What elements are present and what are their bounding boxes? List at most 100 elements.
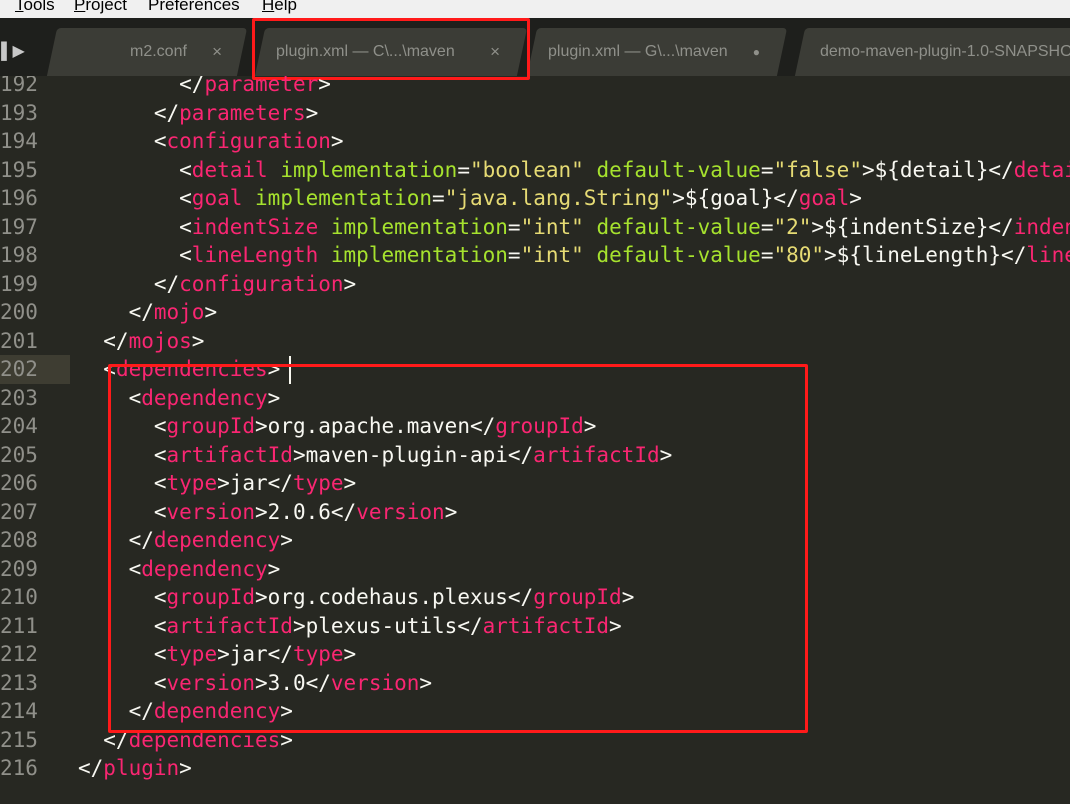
code-line[interactable]: 216 </plugin> (0, 754, 1070, 783)
line-number: 193 (0, 100, 38, 125)
code-token: </ (78, 76, 205, 96)
code-line[interactable]: 195 <detail implementation="boolean" def… (0, 156, 1070, 185)
code-token: = (432, 186, 445, 210)
code-token: </ (78, 271, 180, 296)
line-code: <detail implementation="boolean" default… (78, 156, 1070, 185)
line-number: 203 (0, 385, 38, 410)
tab-demo-maven-plugin[interactable]: demo-maven-plugin-1.0-SNAPSHOT (794, 28, 1070, 76)
code-token: > (330, 129, 344, 153)
code-token: >${lineLength}</ (824, 243, 1027, 267)
code-line[interactable]: 194 <configuration> (0, 127, 1070, 156)
code-token: implementation (280, 157, 458, 182)
code-token: goal (191, 186, 243, 210)
code-token: indentSize (191, 214, 319, 239)
line-code: </configuration> (78, 270, 356, 299)
code-token: >${indentSize}</ (811, 214, 1014, 239)
line-number: 207 (0, 499, 38, 524)
tab-label: plugin.xml — G\...\maven (548, 43, 728, 60)
menu-preferences[interactable]: Preferences (148, 0, 240, 15)
line-code: <goal implementation="java.lang.String">… (78, 184, 862, 213)
line-number: 205 (0, 442, 38, 467)
code-token: default-value (596, 157, 761, 182)
code-token: configuration (166, 129, 331, 153)
line-number: 204 (0, 414, 38, 438)
code-line[interactable]: 193 </parameters> (0, 99, 1070, 128)
code-token: "boolean" (469, 157, 584, 182)
menu-tools[interactable]: Tools (15, 0, 55, 15)
code-token: parameter (204, 76, 319, 96)
code-token: > (318, 76, 331, 96)
code-token: < (78, 157, 192, 182)
code-token: </ (78, 756, 104, 780)
code-line[interactable]: 196 <goal implementation="java.lang.Stri… (0, 184, 1070, 213)
code-token: "int" (520, 243, 584, 267)
code-token: indentSize (1013, 214, 1070, 239)
code-token: lineLength (191, 243, 319, 267)
code-token: > (191, 328, 205, 353)
code-line[interactable]: 201 </mojos> (0, 327, 1070, 356)
code-line[interactable]: 199 </configuration> (0, 270, 1070, 299)
code-token: detail (191, 157, 268, 182)
code-token: configuration (179, 271, 344, 296)
menu-project[interactable]: Project (74, 0, 127, 15)
line-code: </mojo> (78, 298, 218, 327)
tab-bar: ▌▶ m2.conf × plugin.xml — C\...\maven × … (0, 18, 1070, 76)
code-line[interactable]: 197 <indentSize implementation="int" def… (0, 213, 1070, 242)
code-token: > (343, 271, 357, 296)
line-number: 211 (0, 613, 38, 638)
dependency-highlight-box (108, 364, 808, 733)
line-number: 197 (0, 214, 38, 239)
code-token: "false" (773, 157, 862, 182)
code-token: default-value (596, 243, 761, 267)
code-token: = (760, 243, 774, 267)
line-code: </mojos> (78, 327, 204, 356)
line-number: 212 (0, 642, 38, 666)
code-token: > (179, 756, 192, 780)
tab-scroll-icon[interactable]: ▌▶ (0, 36, 26, 66)
line-code: <lineLength implementation="int" default… (78, 241, 1070, 270)
line-number: 208 (0, 528, 38, 552)
line-number: 209 (0, 556, 38, 581)
line-number: 216 (0, 756, 38, 780)
tab-m2-conf[interactable]: m2.conf × (46, 28, 248, 76)
code-token: >${detail}</ (861, 157, 1014, 182)
code-token: "int" (520, 214, 584, 239)
code-line[interactable]: 192 </parameter> (0, 76, 1070, 99)
code-token: plugin (103, 756, 180, 780)
code-token: </ (78, 300, 154, 324)
code-token: lineLength (1026, 243, 1070, 267)
code-token: "2" (773, 214, 812, 239)
menu-help[interactable]: Help (262, 0, 297, 15)
code-token: default-value (596, 214, 761, 239)
code-token: = (507, 214, 521, 239)
line-number: 195 (0, 157, 38, 182)
code-token: </ (78, 100, 180, 125)
code-token: < (78, 129, 167, 153)
line-number: 200 (0, 300, 38, 324)
code-token: < (78, 186, 192, 210)
close-icon[interactable]: × (212, 42, 222, 62)
code-token: </ (78, 328, 129, 353)
line-code: </plugin> (78, 754, 192, 783)
line-number: 194 (0, 129, 38, 153)
line-number: 215 (0, 727, 38, 752)
tab-label: demo-maven-plugin-1.0-SNAPSHOT (820, 43, 1070, 60)
line-number: 210 (0, 585, 38, 609)
code-line[interactable]: 198 <lineLength implementation="int" def… (0, 241, 1070, 270)
code-token: goal (798, 186, 850, 210)
code-token: parameters (179, 100, 306, 125)
line-number: 202 (0, 357, 38, 381)
line-number: 206 (0, 471, 38, 495)
tab-label: m2.conf (130, 43, 187, 60)
code-line[interactable]: 200 </mojo> (0, 298, 1070, 327)
line-code: </parameters> (78, 99, 318, 128)
code-token: = (457, 157, 470, 182)
line-code: </parameter> (78, 76, 331, 99)
unsaved-dot-icon[interactable]: ● (753, 45, 760, 59)
code-token: > (305, 100, 319, 125)
tab-plugin-xml-g[interactable]: plugin.xml — G\...\maven ● (526, 28, 788, 76)
